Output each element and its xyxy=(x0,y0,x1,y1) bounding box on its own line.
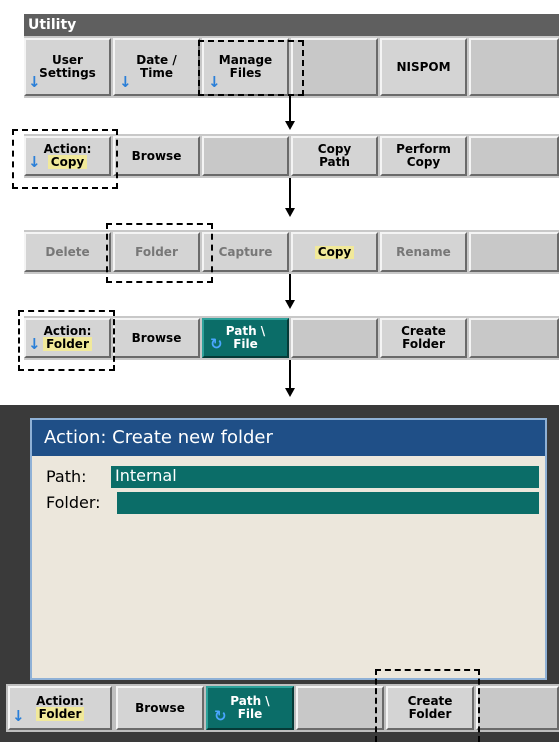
action-value-text: Folder xyxy=(35,707,85,721)
capture-label: Capture xyxy=(218,244,273,259)
connector-line xyxy=(289,360,291,388)
knob-rotate-icon: ↻ xyxy=(214,707,227,725)
softkey-empty-4[interactable] xyxy=(291,318,378,358)
softkey-bar-action-options: Delete Folder Capture Copy Rename xyxy=(24,230,559,274)
softkey-path-file[interactable]: Path \ File ↻ xyxy=(202,318,289,358)
copy-path-line2: Path xyxy=(319,155,350,169)
softkey-empty-6[interactable] xyxy=(469,318,559,358)
softkey-browse[interactable]: Browse xyxy=(113,318,200,358)
utility-title-bar xyxy=(24,14,559,36)
browse-label: Browse xyxy=(135,700,185,715)
highlight-box-create-folder xyxy=(375,669,480,742)
softkey-date-time[interactable]: Date / Time ↓ xyxy=(113,38,200,96)
connector-line xyxy=(289,178,291,208)
down-arrow-icon: ↓ xyxy=(12,707,25,725)
softkey-empty-4[interactable] xyxy=(291,38,378,96)
softkey-create-folder[interactable]: Create Folder xyxy=(380,318,467,358)
path-file-line2: File xyxy=(233,337,258,351)
connector-line xyxy=(289,274,291,300)
highlight-box-action-copy xyxy=(12,129,118,189)
down-arrow-icon: ↓ xyxy=(119,73,132,91)
softkey-path-file[interactable]: Path \ File ↻ xyxy=(206,686,294,730)
softkey-copy-path[interactable]: Copy Path xyxy=(291,136,378,176)
connector-arrow-icon xyxy=(285,208,295,217)
rename-label: Rename xyxy=(396,244,451,259)
softkey-browse[interactable]: Browse xyxy=(113,136,200,176)
connector-arrow-icon xyxy=(285,388,295,397)
softkey-empty-6[interactable] xyxy=(469,232,559,272)
connector-line xyxy=(289,96,291,121)
delete-label: Delete xyxy=(45,244,90,259)
softkey-copy[interactable]: Copy xyxy=(291,232,378,272)
softkey-empty-4[interactable] xyxy=(296,686,384,730)
softkey-date-time-line2: Time xyxy=(140,66,173,80)
path-field[interactable]: Internal xyxy=(111,466,539,488)
dialog-title-bar: Action: Create new folder xyxy=(32,420,545,456)
softkey-nispom-label: NISPOM xyxy=(396,59,451,74)
action-value: Folder xyxy=(35,707,85,721)
create-folder-line2: Folder xyxy=(402,337,445,351)
browse-label: Browse xyxy=(131,148,182,163)
dialog-path-label: Path: xyxy=(46,467,87,486)
softkey-delete[interactable]: Delete xyxy=(24,232,111,272)
softkey-capture[interactable]: Capture xyxy=(202,232,289,272)
knob-rotate-icon: ↻ xyxy=(210,335,223,353)
folder-name-field[interactable] xyxy=(117,492,539,514)
perform-copy-line2: Copy xyxy=(406,155,441,169)
connector-arrow-icon xyxy=(285,121,295,130)
highlight-box-action-folder xyxy=(18,310,115,371)
utility-title: Utility xyxy=(28,17,77,33)
softkey-nispom[interactable]: NISPOM xyxy=(380,38,467,96)
browse-label: Browse xyxy=(131,330,182,345)
copy-label: Copy xyxy=(314,245,355,259)
softkey-empty-3[interactable] xyxy=(202,136,289,176)
softkey-empty-6[interactable] xyxy=(469,136,559,176)
softkey-empty-6[interactable] xyxy=(476,686,559,730)
down-arrow-icon: ↓ xyxy=(28,73,41,91)
softkey-user-settings[interactable]: User Settings ↓ xyxy=(24,38,111,96)
softkey-rename[interactable]: Rename xyxy=(380,232,467,272)
highlight-box-folder xyxy=(106,223,213,283)
connector-arrow-icon xyxy=(285,300,295,309)
dialog-title: Action: Create new folder xyxy=(44,427,273,448)
softkey-user-settings-line2: Settings xyxy=(39,66,96,80)
dialog-folder-label: Folder: xyxy=(46,493,101,512)
softkey-empty-6[interactable] xyxy=(469,38,559,96)
path-file-line2: File xyxy=(237,707,263,721)
dialog-frame: Action: Create new folder Path: Internal… xyxy=(30,418,547,680)
highlight-box-manage-files xyxy=(198,40,304,96)
softkey-perform-copy[interactable]: Perform Copy xyxy=(380,136,467,176)
softkey-browse[interactable]: Browse xyxy=(116,686,204,730)
softkey-action-folder[interactable]: Action: Folder ↓ xyxy=(8,686,112,730)
